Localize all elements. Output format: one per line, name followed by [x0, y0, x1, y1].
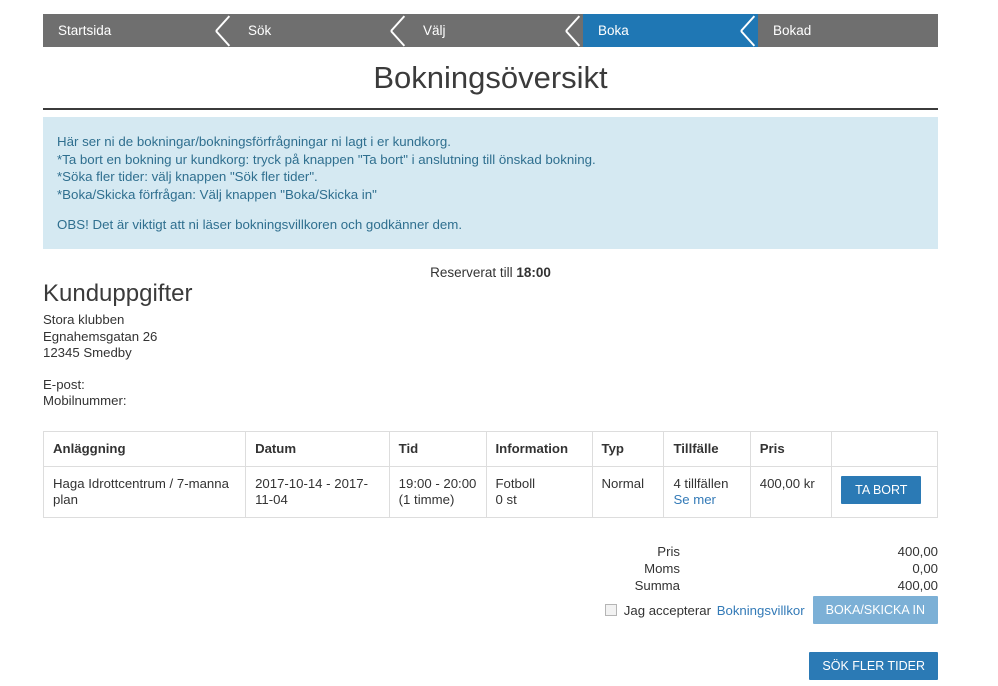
table-body: Haga Idrottcentrum / 7-manna plan 2017-1…	[42, 466, 938, 518]
customer-city: 12345 Smedby	[43, 345, 132, 360]
customer-name: Stora klubben	[43, 312, 125, 327]
customer-spacer	[43, 362, 157, 377]
reservation-timer: Reserverat till 18:00	[43, 265, 938, 280]
customer-heading: Kunduppgifter	[43, 280, 193, 307]
customer-email-label: E-post:	[43, 376, 85, 392]
wizard-step-label: Startsida	[58, 23, 112, 38]
cell-tid: 19:00 - 20:00 (1 timme)	[388, 466, 487, 518]
summary-label: Moms	[644, 561, 680, 576]
summary-row-pris: Pris 400,00	[560, 543, 938, 560]
cell-tid-range: 19:00 - 20:00	[398, 476, 477, 491]
column-header-tillfalle: Tillfälle	[663, 431, 751, 467]
cell-typ: Normal	[591, 466, 665, 518]
price-summary: Pris 400,00 Moms 0,00 Summa 400,00	[560, 543, 938, 594]
accept-terms-label: Jag accepterar	[623, 602, 712, 618]
wizard-step-boka[interactable]: Boka	[583, 14, 758, 47]
search-more-times-button[interactable]: SÖK FLER TIDER	[809, 652, 938, 680]
customer-details: Stora klubben Egnahemsgatan 26 12345 Sme…	[43, 312, 157, 410]
bottom-actions: SÖK FLER TIDER	[43, 652, 938, 680]
summary-label: Summa	[634, 578, 680, 593]
customer-mobile-label: Mobilnummer:	[43, 393, 127, 408]
see-more-link[interactable]: Se mer	[673, 492, 716, 507]
cell-datum: 2017-10-14 - 2017-11-04	[245, 466, 390, 518]
info-line: *Söka fler tider: välj knappen "Sök fler…	[57, 169, 318, 184]
wizard-step-label: Boka	[598, 23, 629, 38]
chevron-right-icon	[391, 14, 409, 47]
accept-terms-text: Jag accepterar Bokningsvillkor	[624, 603, 805, 618]
page-title: Bokningsöversikt	[373, 60, 608, 95]
bookings-table: Anläggning Datum Tid Information Typ Til…	[42, 431, 938, 518]
column-header-anlaggning: Anläggning	[42, 431, 247, 467]
title-divider	[43, 108, 938, 110]
wizard-step-label: Sök	[248, 23, 272, 38]
info-box: Här ser ni de bokningar/bokningsförfrågn…	[43, 117, 938, 249]
info-line: *Boka/Skicka förfrågan: Välj knappen "Bo…	[57, 186, 377, 202]
column-header-typ: Typ	[591, 431, 665, 467]
wizard-step-label: Välj	[423, 23, 446, 38]
info-line: Här ser ni de bokningar/bokningsförfrågn…	[57, 134, 451, 149]
column-header-pris: Pris	[749, 431, 833, 467]
cell-anlaggning: Haga Idrottcentrum / 7-manna plan	[42, 466, 247, 518]
wizard-step-valj[interactable]: Välj	[408, 14, 583, 47]
column-header-datum: Datum	[245, 431, 390, 467]
chevron-right-icon	[566, 14, 584, 47]
column-header-information: Information	[485, 431, 593, 467]
cell-pris: 400,00 kr	[749, 466, 833, 518]
summary-value: 400,00	[897, 544, 938, 559]
table-header-row: Anläggning Datum Tid Information Typ Til…	[42, 431, 938, 467]
cell-actions: TA BORT	[831, 466, 938, 518]
wizard-step-sok[interactable]: Sök	[233, 14, 408, 47]
wizard-step-label: Bokad	[773, 23, 812, 38]
info-note: OBS! Det är viktigt att ni läser bokning…	[57, 217, 463, 232]
accept-terms-checkbox[interactable]	[604, 604, 617, 616]
wizard-step-bokad[interactable]: Bokad	[758, 14, 938, 47]
wizard-step-startsida[interactable]: Startsida	[43, 14, 233, 47]
summary-value: 0,00	[912, 561, 938, 576]
info-line: *Ta bort en bokning ur kundkorg: tryck p…	[57, 151, 596, 167]
chevron-right-icon	[741, 14, 759, 47]
wizard-steps: Startsida Sök Välj Boka Bokad	[43, 14, 938, 47]
column-header-actions	[831, 431, 938, 467]
summary-row-moms: Moms 0,00	[560, 560, 938, 577]
cell-tillfalle: 4 tillfällen Se mer	[663, 466, 751, 518]
cell-tid-duration: (1 timme)	[398, 492, 455, 507]
terms-link[interactable]: Bokningsvillkor	[717, 603, 805, 618]
cell-information: Fotboll 0 st	[485, 466, 593, 518]
reservation-time: 18:00	[516, 265, 551, 280]
table-row: Haga Idrottcentrum / 7-manna plan 2017-1…	[42, 466, 938, 518]
column-header-tid: Tid	[388, 431, 487, 467]
cell-information-activity: Fotboll	[495, 476, 536, 491]
cell-information-count: 0 st	[495, 492, 517, 507]
cell-tillfalle-count: 4 tillfällen	[673, 476, 729, 491]
customer-street: Egnahemsgatan 26	[43, 328, 158, 344]
summary-value: 400,00	[897, 578, 938, 593]
table-head: Anläggning Datum Tid Information Typ Til…	[42, 431, 938, 467]
remove-booking-button[interactable]: TA BORT	[841, 476, 922, 504]
accept-terms-row: Jag accepterar Bokningsvillkor BOKA/SKIC…	[560, 596, 938, 624]
submit-booking-button[interactable]: BOKA/SKICKA IN	[812, 596, 938, 624]
summary-row-summa: Summa 400,00	[560, 577, 938, 594]
reservation-prefix: Reserverat till	[430, 265, 513, 280]
chevron-right-icon	[216, 14, 234, 47]
summary-label: Pris	[657, 544, 680, 559]
